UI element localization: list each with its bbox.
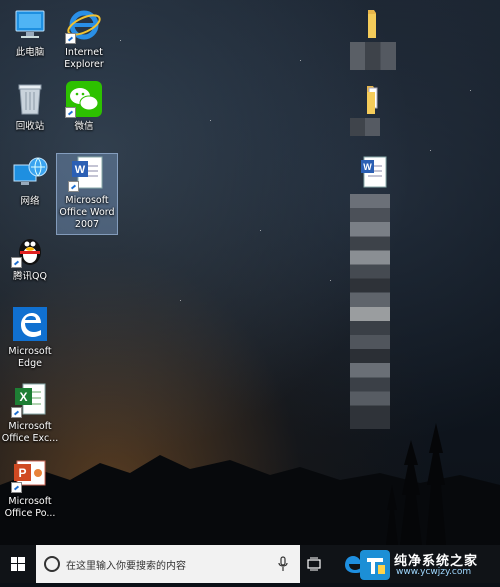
star — [180, 300, 181, 301]
desktop-icon-document[interactable]: W — [340, 154, 400, 439]
icon-label: Microsoft Edge — [8, 346, 52, 369]
icon-label: Internet Explorer — [64, 47, 104, 70]
desktop-icon-folder-2[interactable] — [340, 80, 400, 140]
task-view-icon[interactable] — [307, 557, 321, 571]
desktop-icon-powerpoint[interactable]: P Microsoft Office Po... — [0, 455, 60, 520]
word-document-icon: W — [351, 154, 389, 192]
network-icon — [11, 155, 49, 193]
folder-with-documents-icon — [351, 80, 389, 118]
star — [120, 40, 121, 41]
star — [330, 280, 331, 281]
star — [260, 230, 261, 231]
powerpoint-icon: P — [11, 455, 49, 493]
shortcut-arrow-icon — [11, 257, 22, 268]
icon-label: 腾讯QQ — [13, 271, 47, 282]
shortcut-arrow-icon — [11, 407, 22, 418]
this-pc-icon — [11, 6, 49, 44]
icon-label: 此电脑 — [15, 47, 45, 58]
shortcut-arrow-icon — [65, 107, 76, 118]
shortcut-arrow-icon — [65, 33, 76, 44]
desktop-icon-network[interactable]: 网络 — [0, 155, 60, 208]
star — [470, 90, 471, 91]
svg-text:P: P — [18, 466, 26, 480]
icon-label: 微信 — [74, 121, 94, 132]
icon-label: Microsoft Office Word 2007 — [59, 195, 115, 230]
cortana-icon — [44, 556, 60, 572]
icon-label: Microsoft Office Exc... — [1, 421, 59, 444]
microphone-icon[interactable] — [278, 556, 288, 572]
internet-explorer-icon — [65, 6, 103, 44]
svg-text:W: W — [363, 162, 372, 172]
desktop-icon-internet-explorer[interactable]: Internet Explorer — [54, 6, 114, 71]
windows-logo-icon — [11, 557, 25, 571]
svg-text:W: W — [75, 164, 86, 176]
desktop-icon-word-2007[interactable]: W Microsoft Office Word 2007 — [56, 153, 118, 235]
pixelated-label — [350, 118, 380, 136]
word-2007-icon: W — [68, 154, 106, 192]
edge-icon — [11, 305, 49, 343]
taskbar: 在这里输入你要搜索的内容 纯净系统之家 www.ycwjzy.com — [0, 545, 500, 583]
shortcut-arrow-icon — [68, 181, 79, 192]
search-placeholder: 在这里输入你要搜索的内容 — [66, 561, 186, 572]
qq-penguin-icon — [11, 230, 49, 268]
desktop-icon-recycle-bin[interactable]: 回收站 — [0, 80, 60, 133]
desktop-icon-edge[interactable]: Microsoft Edge — [0, 305, 60, 370]
start-button[interactable] — [0, 545, 36, 583]
taskbar-search-box[interactable]: 在这里输入你要搜索的内容 — [36, 545, 300, 583]
watermark-url: www.ycwjzy.com — [396, 567, 472, 577]
star — [300, 60, 301, 61]
pixelated-label — [350, 194, 390, 429]
site-watermark: 纯净系统之家 www.ycwjzy.com — [358, 548, 498, 582]
recycle-bin-icon — [11, 80, 49, 118]
mountain-silhouette — [0, 423, 500, 545]
svg-text:X: X — [19, 390, 27, 404]
star — [430, 150, 431, 151]
icon-label: Microsoft Office Po... — [4, 496, 56, 519]
wechat-icon — [65, 80, 103, 118]
desktop-icon-wechat[interactable]: 微信 — [54, 80, 114, 133]
desktop-icon-tencent-qq[interactable]: 腾讯QQ — [0, 230, 60, 283]
icon-label: 回收站 — [15, 121, 45, 132]
desktop-icon-this-pc[interactable]: 此电脑 — [0, 6, 60, 59]
desktop-icon-excel[interactable]: X Microsoft Office Exc... — [0, 380, 60, 445]
desktop-icon-folder-1[interactable] — [340, 4, 400, 74]
icon-label: 网络 — [20, 196, 40, 207]
star — [210, 120, 211, 121]
pixelated-label — [350, 42, 396, 70]
watermark-logo-icon — [360, 550, 390, 580]
excel-icon: X — [11, 380, 49, 418]
shortcut-arrow-icon — [11, 482, 22, 493]
folder-icon — [351, 4, 389, 42]
desktop: 此电脑 Internet Explorer 回收站 微信 网络 W Micros… — [0, 0, 500, 545]
